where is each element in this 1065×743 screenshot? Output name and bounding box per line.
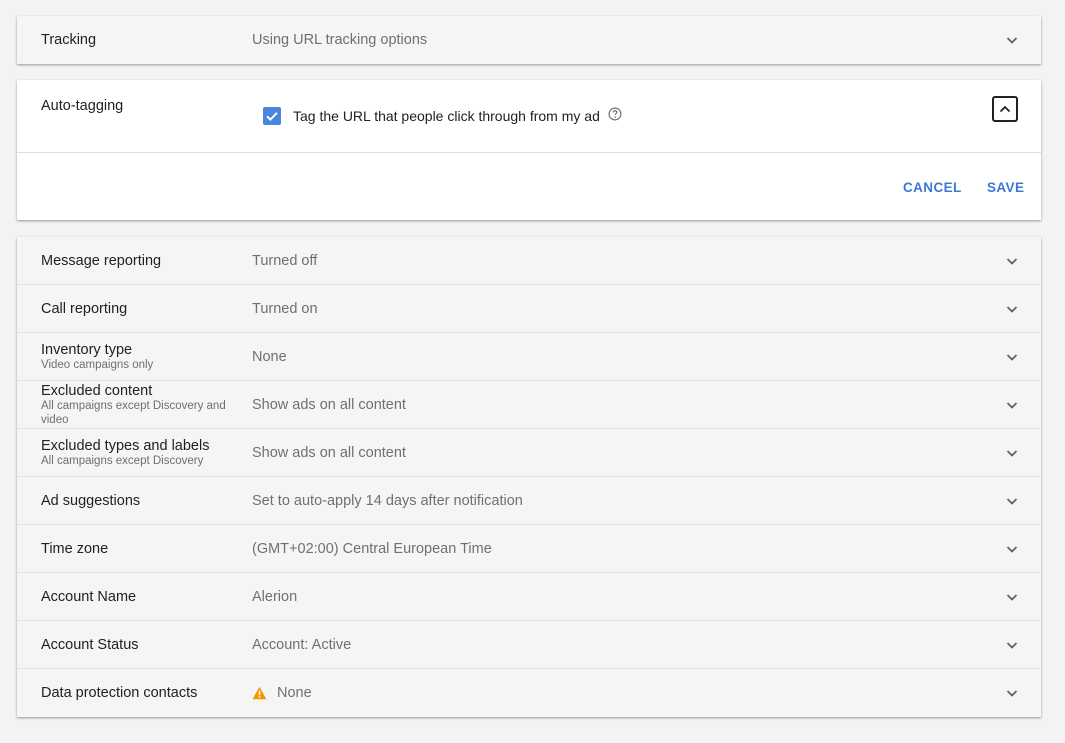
setting-label-wrap: Excluded types and labels All campaigns … xyxy=(41,429,241,477)
chevron-down-icon[interactable] xyxy=(1005,446,1019,460)
setting-sublabel: All campaigns except Discovery and video xyxy=(41,400,226,426)
setting-label: Excluded content xyxy=(41,383,153,399)
setting-row-call-reporting[interactable]: Call reporting Turned on xyxy=(17,285,1041,333)
chevron-down-icon[interactable] xyxy=(1005,254,1019,268)
setting-sublabel: Video campaigns only xyxy=(41,358,154,371)
auto-tagging-label: Auto-tagging xyxy=(41,98,124,114)
setting-row-ad-suggestions[interactable]: Ad suggestions Set to auto-apply 14 days… xyxy=(17,477,1041,525)
chevron-down-icon[interactable] xyxy=(1005,33,1019,47)
setting-row-time-zone[interactable]: Time zone (GMT+02:00) Central European T… xyxy=(17,525,1041,573)
setting-value: Turned on xyxy=(252,301,318,317)
setting-label-wrap: Ad suggestions xyxy=(41,477,241,525)
setting-row-excluded-types-and-labels[interactable]: Excluded types and labels All campaigns … xyxy=(17,429,1041,477)
tracking-label: Tracking xyxy=(41,31,97,48)
settings-list: Message reporting Turned off Call report… xyxy=(17,237,1041,717)
divider xyxy=(17,152,1041,153)
setting-label-wrap: Call reporting xyxy=(41,285,241,333)
setting-value-wrap: None xyxy=(252,669,312,717)
chevron-down-icon[interactable] xyxy=(1005,350,1019,364)
chevron-down-icon[interactable] xyxy=(1005,590,1019,604)
chevron-down-icon[interactable] xyxy=(1005,302,1019,316)
auto-tagging-panel: Auto-tagging Tag the URL that people cli… xyxy=(17,80,1041,220)
setting-label: Ad suggestions xyxy=(41,492,141,509)
setting-label: Message reporting xyxy=(41,252,162,269)
chevron-down-icon[interactable] xyxy=(1005,494,1019,508)
setting-label: Account Name xyxy=(41,588,137,605)
setting-label-wrap: Account Status xyxy=(41,621,241,669)
setting-value: Show ads on all content xyxy=(252,445,406,461)
chevron-down-icon[interactable] xyxy=(1005,686,1019,700)
tracking-row[interactable]: Tracking Using URL tracking options xyxy=(17,16,1041,64)
setting-value: Turned off xyxy=(252,253,318,269)
checkmark-icon xyxy=(266,112,278,122)
setting-label: Account Status xyxy=(41,636,139,653)
setting-label: Excluded types and labels xyxy=(41,437,210,454)
tracking-label-wrap: Tracking xyxy=(41,16,241,64)
setting-label: Call reporting xyxy=(41,300,128,317)
setting-label: Time zone xyxy=(41,540,109,557)
setting-row-account-name[interactable]: Account Name Alerion xyxy=(17,573,1041,621)
help-circle-icon[interactable] xyxy=(608,107,622,121)
setting-row-message-reporting[interactable]: Message reporting Turned off xyxy=(17,237,1041,285)
setting-label-wrap: Message reporting xyxy=(41,237,241,285)
setting-value: None xyxy=(252,349,287,365)
chevron-down-icon[interactable] xyxy=(1005,638,1019,652)
setting-sublabel: All campaigns except Discovery xyxy=(41,454,204,467)
save-button[interactable]: SAVE xyxy=(987,180,1024,195)
setting-value: Alerion xyxy=(252,589,298,605)
auto-tagging-checkbox-label[interactable]: Tag the URL that people click through fr… xyxy=(293,108,600,124)
setting-value: Account: Active xyxy=(252,637,352,653)
tracking-value: Using URL tracking options xyxy=(252,32,428,48)
setting-row-data-protection-contacts[interactable]: Data protection contacts None xyxy=(17,669,1041,717)
tracking-panel[interactable]: Tracking Using URL tracking options xyxy=(17,16,1041,64)
setting-label-wrap: Account Name xyxy=(41,573,241,621)
warning-triangle-icon xyxy=(252,686,267,700)
chevron-up-icon xyxy=(999,105,1011,113)
setting-value: Show ads on all content xyxy=(252,397,406,413)
chevron-down-icon[interactable] xyxy=(1005,398,1019,412)
setting-value: Set to auto-apply 14 days after notifica… xyxy=(252,493,523,509)
chevron-down-icon[interactable] xyxy=(1005,542,1019,556)
setting-row-excluded-content[interactable]: Excluded content All campaigns except Di… xyxy=(17,381,1041,429)
setting-label-wrap: Excluded content All campaigns except Di… xyxy=(41,381,241,429)
setting-value: None xyxy=(277,685,312,701)
collapse-button[interactable] xyxy=(992,96,1018,122)
setting-label-wrap: Time zone xyxy=(41,525,241,573)
setting-row-account-status[interactable]: Account Status Account: Active xyxy=(17,621,1041,669)
auto-tagging-checkbox[interactable] xyxy=(263,107,281,125)
setting-value: (GMT+02:00) Central European Time xyxy=(252,541,492,557)
setting-row-inventory-type[interactable]: Inventory type Video campaigns only None xyxy=(17,333,1041,381)
setting-label-wrap: Inventory type Video campaigns only xyxy=(41,333,241,381)
cancel-button[interactable]: CANCEL xyxy=(903,180,962,195)
setting-label: Inventory type xyxy=(41,341,133,358)
setting-label: Data protection contacts xyxy=(41,684,198,701)
setting-label-wrap: Data protection contacts xyxy=(41,669,241,717)
